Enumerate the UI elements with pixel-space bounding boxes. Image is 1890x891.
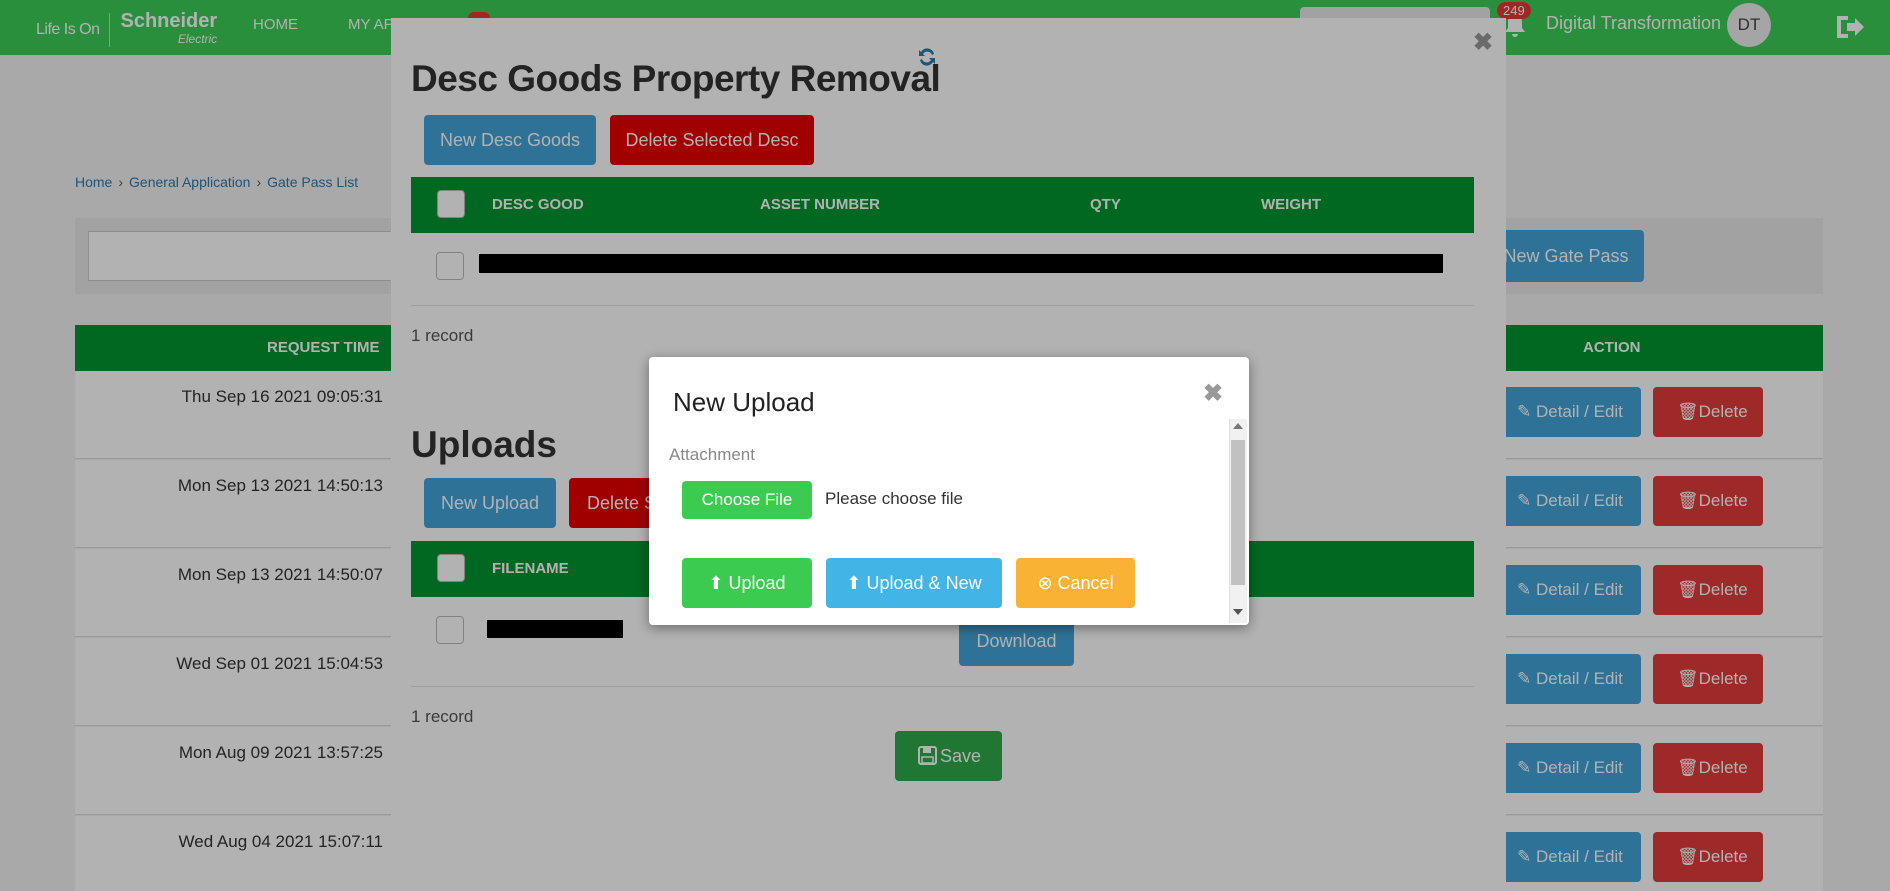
attachment-label: Attachment <box>669 445 755 464</box>
file-status-text: Please choose file <box>825 489 963 508</box>
choose-file-button[interactable]: Choose File <box>682 481 812 519</box>
dialog-close-icon[interactable]: ✖ <box>1203 379 1223 408</box>
upload-icon: ⬆ <box>846 573 867 593</box>
upload-and-new-button[interactable]: ⬆ Upload & New <box>826 558 1002 608</box>
cancel-button[interactable]: ⊗ Cancel <box>1016 558 1135 608</box>
upload-label: Upload <box>728 573 786 593</box>
upload-button[interactable]: ⬆ Upload <box>682 558 812 608</box>
scroll-up-arrow-icon[interactable] <box>1233 423 1243 429</box>
dialog-scroll-thumb[interactable] <box>1231 440 1245 585</box>
cancel-icon: ⊗ <box>1037 573 1058 593</box>
dialog-title: New Upload <box>673 387 815 417</box>
scroll-down-arrow-icon[interactable] <box>1233 609 1243 615</box>
upload-icon: ⬆ <box>708 573 729 593</box>
cancel-label: Cancel <box>1057 573 1114 593</box>
upload-new-label: Upload & New <box>866 573 982 593</box>
new-upload-dialog: New Upload ✖ Attachment Choose File Plea… <box>649 357 1249 625</box>
